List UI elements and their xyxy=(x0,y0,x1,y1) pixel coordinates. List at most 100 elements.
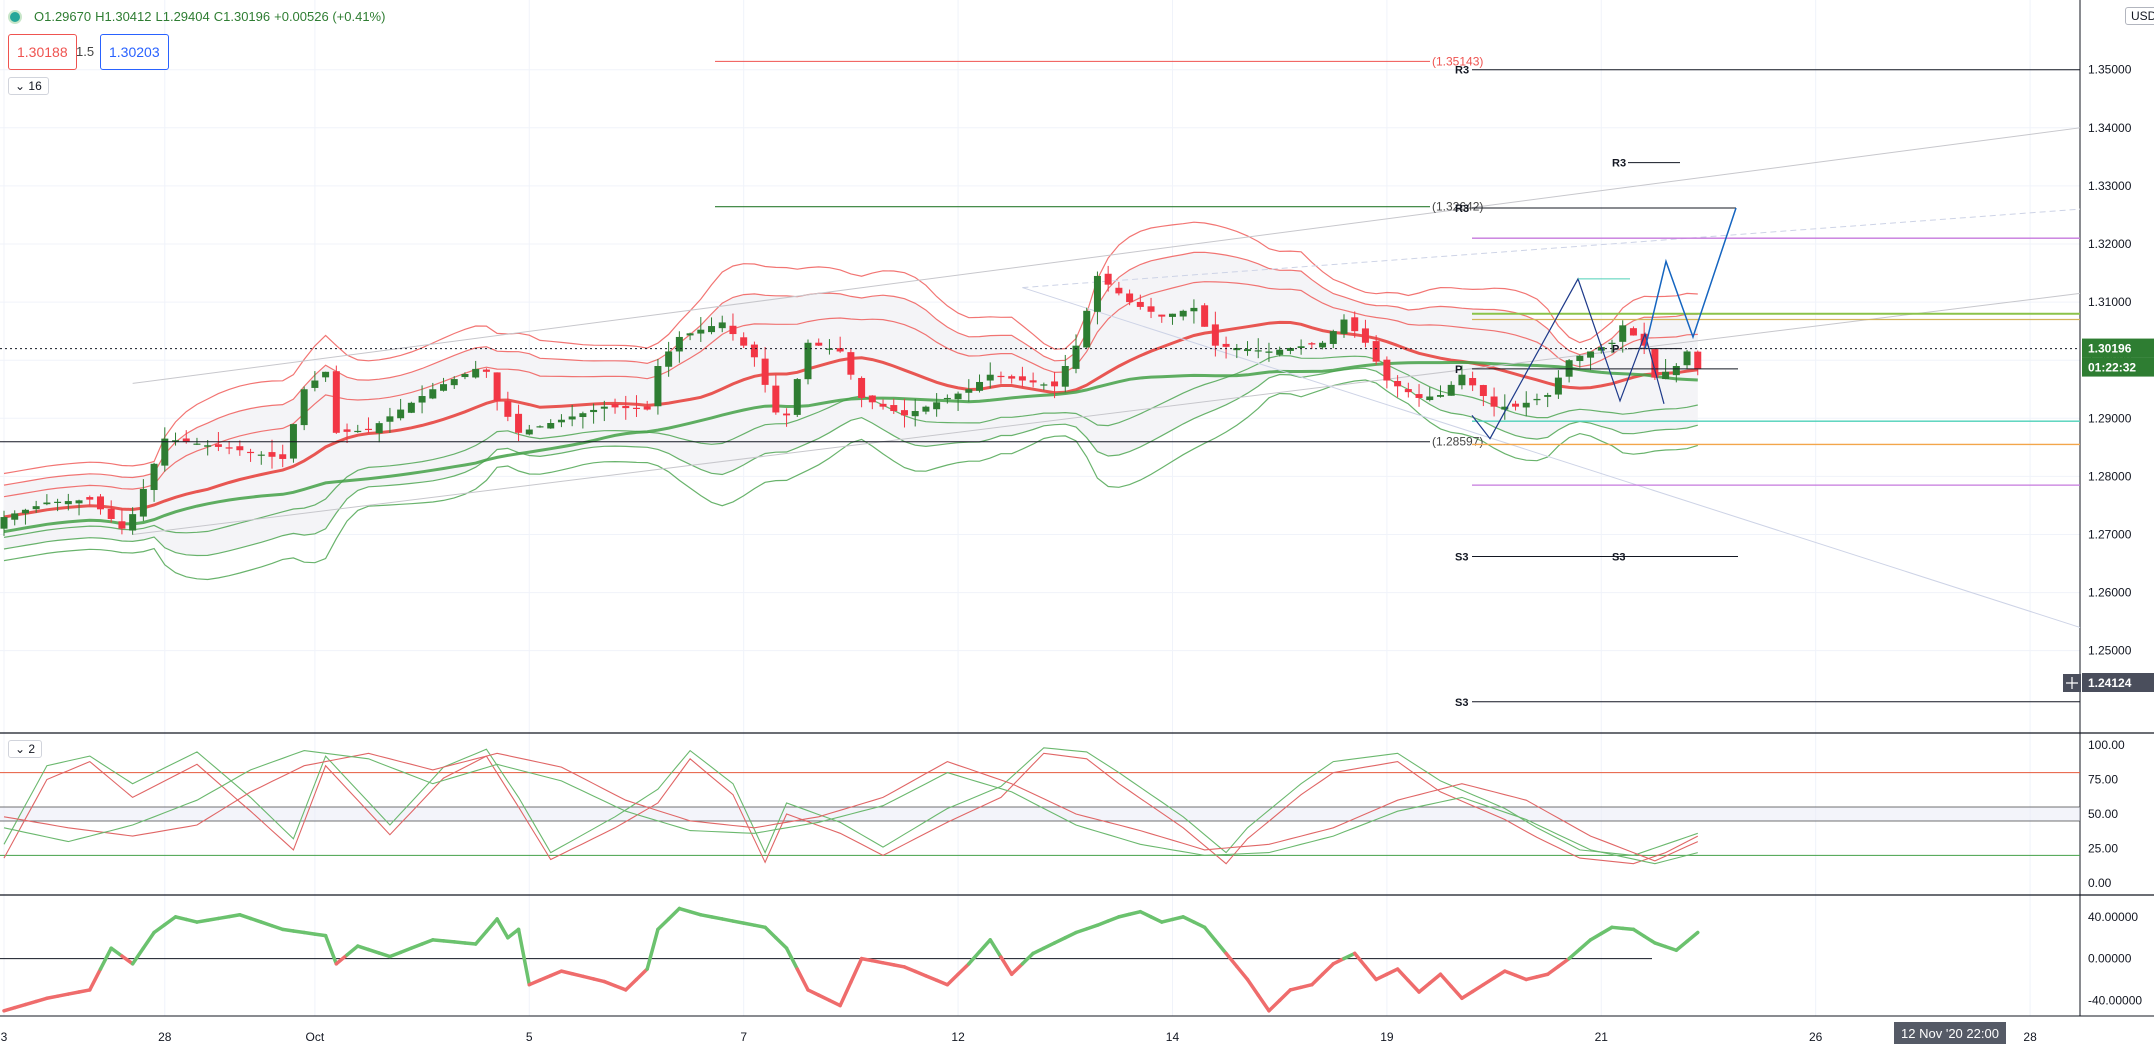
time-axis-label: 12 xyxy=(951,1030,965,1044)
momentum-segment xyxy=(323,933,339,966)
candle-body xyxy=(1447,384,1455,396)
candle-body xyxy=(686,333,694,336)
indicator-count: 16 xyxy=(28,79,42,93)
candle-body xyxy=(525,429,533,435)
candle-body xyxy=(1479,385,1487,397)
oscillator-count: 2 xyxy=(28,742,36,756)
momentum-segment xyxy=(1267,998,1282,1013)
candle-body xyxy=(354,430,362,433)
candle-body xyxy=(1201,305,1209,327)
momentum-segment xyxy=(634,967,649,982)
candle-body xyxy=(729,325,737,335)
candle-body xyxy=(900,410,908,416)
indicators-toggle-button[interactable]: ⌄ 16 xyxy=(8,77,49,95)
momentum-segment xyxy=(1460,989,1475,1001)
momentum-segment xyxy=(484,917,499,934)
momentum-segment xyxy=(838,980,853,1008)
momentum-segment xyxy=(967,950,982,966)
candle-body xyxy=(386,416,394,422)
candle-body xyxy=(1351,317,1359,332)
momentum-segment xyxy=(656,917,671,932)
momentum-segment xyxy=(763,925,778,940)
buy-button[interactable]: 1.30203 xyxy=(100,34,169,70)
candle-body xyxy=(1244,349,1252,352)
momentum-axis-label: 40.00000 xyxy=(2088,910,2138,924)
high-value: H1.30412 xyxy=(95,9,152,24)
candle-body xyxy=(1426,396,1434,401)
change-value: +0.00526 (+0.41%) xyxy=(274,9,386,24)
oscillator-toggle-button[interactable]: ⌄ 2 xyxy=(8,740,43,758)
momentum-segment xyxy=(849,956,864,984)
candle-body xyxy=(1158,314,1166,317)
momentum-segment xyxy=(1642,934,1657,945)
candle-body xyxy=(1008,376,1016,379)
candle-body xyxy=(1458,374,1466,386)
momentum-pane: 40.00000 0.00000 -40.00000 xyxy=(0,906,2142,1013)
time-axis-label: 28 xyxy=(158,1030,172,1044)
momentum-segment xyxy=(1213,938,1228,956)
candle-body xyxy=(257,454,265,456)
momentum-segment xyxy=(1256,993,1271,1013)
candle-body xyxy=(1662,371,1670,380)
candle-body xyxy=(461,373,469,378)
momentum-segment xyxy=(88,967,103,992)
candle-body xyxy=(1522,402,1530,408)
candle-body xyxy=(43,502,51,505)
crosshair-price-badge-text: 1.24124 xyxy=(2088,676,2132,690)
momentum-segment xyxy=(1556,956,1571,969)
candle-body xyxy=(1211,324,1219,346)
momentum-segment xyxy=(795,967,810,992)
momentum-segment xyxy=(1352,951,1368,969)
momentum-segment xyxy=(774,935,789,950)
candle-body xyxy=(708,326,716,333)
time-axis-label: 3 xyxy=(1,1030,8,1044)
candle-body xyxy=(665,351,673,367)
candle-body xyxy=(1297,346,1305,349)
candle-body xyxy=(622,405,630,409)
candle-body xyxy=(1276,349,1284,355)
momentum-segment xyxy=(827,998,842,1008)
low-value: L1.29404 xyxy=(155,9,210,24)
momentum-segment xyxy=(1192,920,1207,930)
candle-body xyxy=(536,426,544,428)
momentum-segment xyxy=(1492,969,1507,980)
candle-body xyxy=(204,445,212,447)
oscillator-axis-label: 50.00 xyxy=(2088,807,2118,821)
momentum-segment xyxy=(806,988,821,997)
time-axis-label: 7 xyxy=(740,1030,747,1044)
price-axis-label: 1.28000 xyxy=(2088,469,2132,483)
pivot-label: R3 xyxy=(1455,65,1469,77)
candle-body xyxy=(600,406,608,409)
candle-body xyxy=(1319,342,1327,348)
candle-body xyxy=(697,329,705,334)
trading-chart[interactable]: (1.35143) (1.32642) (1.28597) R3 R3 R3 P P S3 S3 S… xyxy=(0,0,2154,1052)
candle-body xyxy=(440,384,448,391)
momentum-segment xyxy=(1599,925,1614,936)
candle-body xyxy=(718,322,726,329)
candle-body xyxy=(868,395,876,403)
currency-button[interactable]: USD xyxy=(2125,7,2154,25)
sell-button[interactable]: 1.30188 xyxy=(8,34,77,70)
pivot-label: S3 xyxy=(1455,552,1468,564)
candle-body xyxy=(1190,307,1198,312)
price-axis-label: 1.25000 xyxy=(2088,644,2132,658)
chevron-down-icon: ⌄ xyxy=(15,742,26,756)
momentum-segment xyxy=(988,938,1003,959)
momentum-segment xyxy=(1406,978,1421,994)
candle-body xyxy=(1222,343,1230,347)
momentum-segment xyxy=(1588,931,1604,942)
candle-body xyxy=(343,429,351,432)
chart-canvas[interactable]: (1.35143)(1.32642)(1.28597)R3R3R3PPS3 S3S… xyxy=(0,0,2154,1052)
momentum-segment xyxy=(345,944,360,957)
candle-body xyxy=(750,344,758,358)
time-axis-label: 19 xyxy=(1380,1030,1394,1044)
close-value: C1.30196 xyxy=(213,9,271,24)
time-axis-label: 21 xyxy=(1595,1030,1609,1044)
candle-body xyxy=(815,342,823,346)
candle-body xyxy=(225,447,233,449)
oscillator-axis-label: 0.00 xyxy=(2088,876,2112,890)
candle-body xyxy=(879,403,887,407)
candle-body xyxy=(943,397,951,400)
pivot-label: R3 xyxy=(1612,158,1626,170)
candle-body xyxy=(1029,380,1037,383)
